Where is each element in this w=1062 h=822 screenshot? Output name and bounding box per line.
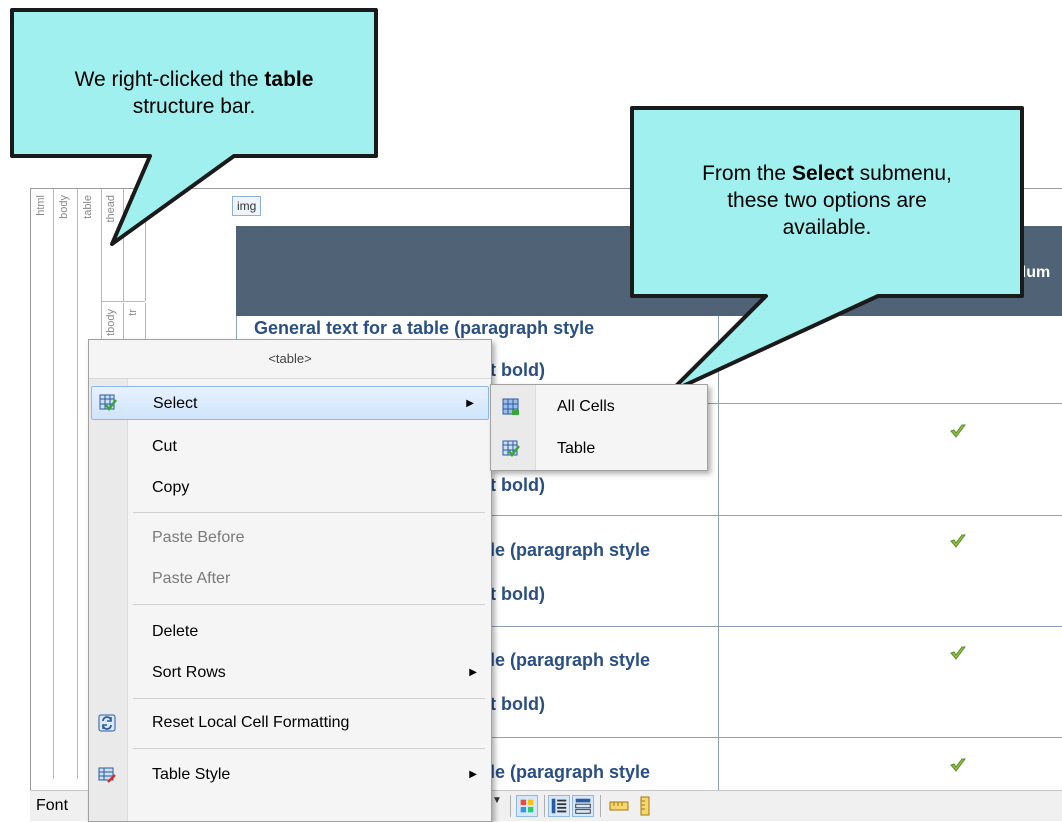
show-structure-bars-icon[interactable] <box>548 795 570 817</box>
menu-separator <box>133 512 485 513</box>
submenu-item-table[interactable]: Table <box>491 430 707 468</box>
callout-text-part: available. <box>782 216 872 239</box>
callout-text-bold: table <box>264 68 314 91</box>
callout-left-text: We right-clicked the table structure bar… <box>16 66 372 120</box>
callout-text-part: structure bar. <box>132 95 256 118</box>
show-table-bars-icon[interactable] <box>572 795 594 817</box>
callout-text-part: these two options are <box>727 189 927 212</box>
select-table-icon <box>99 394 117 412</box>
menu-item-label: Copy <box>152 479 190 496</box>
context-menu: <table> Select ▶ Cut Copy Paste Before P… <box>88 339 492 822</box>
color-grid-icon[interactable] <box>516 795 538 817</box>
callout-right-text: From the Select submenu, these two optio… <box>636 160 1018 241</box>
dropdown-arrow-icon[interactable]: ▼ <box>492 795 502 806</box>
menu-item-label: Reset Local Cell Formatting <box>152 714 350 731</box>
menu-item-label: Sort Rows <box>152 664 226 681</box>
menu-item-select[interactable]: Select ▶ <box>91 386 489 420</box>
menu-item-label: Table Style <box>152 766 231 783</box>
menu-item-label: Paste Before <box>152 529 245 546</box>
menu-item-paste-after: Paste After <box>89 562 491 596</box>
menu-item-paste-before: Paste Before <box>89 521 491 555</box>
select-submenu: All Cells Table <box>490 384 708 471</box>
callout-text-part: We right-clicked the <box>74 68 265 91</box>
submenu-item-label: All Cells <box>557 398 615 415</box>
callout-text-bold: Select <box>791 162 854 185</box>
submenu-arrow-icon: ▶ <box>469 667 477 678</box>
callout-bubble-right <box>630 106 1024 394</box>
submenu-arrow-icon: ▶ <box>469 769 477 780</box>
horizontal-ruler-icon[interactable] <box>608 795 630 817</box>
menu-item-reset-local-cell-formatting[interactable]: Reset Local Cell Formatting <box>89 706 491 740</box>
menu-item-sort-rows[interactable]: Sort Rows ▶ <box>89 656 491 690</box>
vertical-ruler-icon[interactable] <box>634 795 656 817</box>
menu-item-label: Delete <box>152 623 199 640</box>
reset-formatting-icon <box>98 714 116 732</box>
menu-item-label: Select <box>153 395 198 412</box>
menu-item-table-style[interactable]: Table Style ▶ <box>89 758 491 792</box>
table-style-icon <box>98 767 116 783</box>
submenu-item-all-cells[interactable]: All Cells <box>491 388 707 426</box>
submenu-arrow-icon: ▶ <box>466 398 474 409</box>
callout-text-part: From the <box>702 162 792 185</box>
submenu-item-label: Table <box>557 440 596 457</box>
menu-item-copy[interactable]: Copy <box>89 471 491 505</box>
toolbar-separator <box>544 795 545 817</box>
select-table-icon <box>502 440 520 458</box>
callout-text-part: submenu, <box>853 162 952 185</box>
context-menu-header: <table> <box>89 340 491 379</box>
toolbar-separator <box>510 795 511 817</box>
menu-item-label: Cut <box>152 438 177 455</box>
all-cells-icon <box>502 398 519 415</box>
menu-separator <box>133 604 485 605</box>
menu-item-delete[interactable]: Delete <box>89 615 491 649</box>
menu-item-cut[interactable]: Cut <box>89 430 491 464</box>
menu-item-label: Paste After <box>152 570 231 587</box>
callout-bubble-left <box>10 8 378 246</box>
font-label: Font <box>36 797 69 814</box>
toolbar-separator <box>600 795 601 817</box>
menu-separator <box>133 748 485 749</box>
menu-separator <box>133 698 485 699</box>
